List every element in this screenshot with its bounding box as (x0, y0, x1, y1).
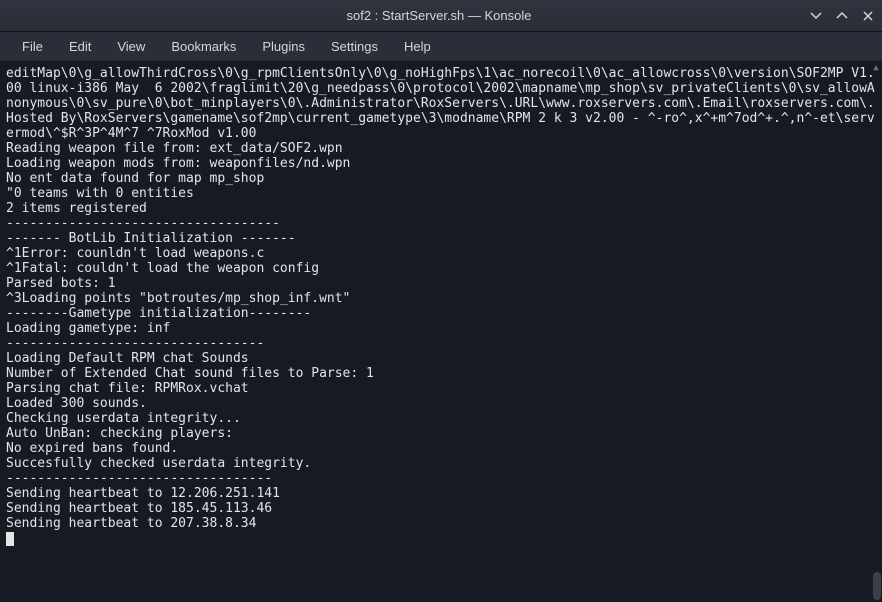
menu-plugins[interactable]: Plugins (250, 35, 317, 58)
menu-settings[interactable]: Settings (319, 35, 390, 58)
window-controls (810, 10, 874, 22)
cursor (6, 532, 14, 546)
scrollbar[interactable]: ▲ (871, 62, 881, 602)
close-icon[interactable] (862, 10, 874, 22)
window-title: sof2 : StartServer.sh — Konsole (68, 8, 810, 23)
scroll-thumb[interactable] (873, 572, 881, 600)
menubar: File Edit View Bookmarks Plugins Setting… (0, 32, 882, 62)
terminal-output[interactable]: editMap\0\g_allowThirdCross\0\g_rpmClien… (0, 62, 882, 602)
menu-edit[interactable]: Edit (57, 35, 103, 58)
titlebar: sof2 : StartServer.sh — Konsole (0, 0, 882, 32)
menu-help[interactable]: Help (392, 35, 443, 58)
scroll-up-icon[interactable]: ▲ (872, 64, 880, 72)
menu-view[interactable]: View (105, 35, 157, 58)
menu-bookmarks[interactable]: Bookmarks (159, 35, 248, 58)
menu-file[interactable]: File (10, 35, 55, 58)
maximize-icon[interactable] (836, 10, 848, 22)
minimize-icon[interactable] (810, 10, 822, 22)
